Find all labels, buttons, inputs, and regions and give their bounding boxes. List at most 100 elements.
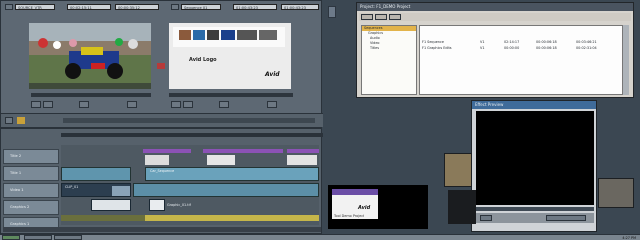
folder-tree: Sequences Graphics Audio Video Titles	[361, 25, 417, 95]
desktop-icon[interactable]	[328, 6, 336, 18]
project-window: Project: F1_DEMO Project Sequences Graph…	[356, 2, 634, 98]
graphics2-clip-b[interactable]	[149, 199, 165, 211]
record-timecode-2[interactable]: 01:00:43:23	[281, 4, 319, 10]
bin-row-2-c2: 00:00:00	[504, 46, 520, 50]
rec-mark-in-button[interactable]	[171, 101, 181, 108]
source-monitor-viewer[interactable]	[29, 23, 151, 89]
source-clip-name[interactable]: SOURCE_VTR	[15, 4, 55, 10]
floating-frame-dark[interactable]	[448, 190, 476, 224]
track-header-title2[interactable]: Title 2	[3, 149, 59, 164]
record-sequence-name[interactable]: Sequence 01	[181, 4, 221, 10]
rec-play-button[interactable]	[219, 101, 229, 108]
timeline-window: Title 2 Title 1 Video 1 Graphics 2 Graph…	[0, 128, 323, 234]
timeline-playhead-icon[interactable]	[17, 117, 25, 124]
bin-row-2-c3: 00:00:06:18	[536, 46, 557, 50]
video-clip-b[interactable]: Car_Sequence	[145, 167, 319, 181]
taskbar-clock: 4:27 PM	[622, 236, 636, 240]
bin-row-2-c1: V1	[480, 46, 485, 50]
clip-thumb-2[interactable]	[207, 155, 235, 165]
logo-strip	[173, 27, 285, 47]
effect-preview-slider[interactable]	[476, 207, 594, 211]
splice-button[interactable]	[127, 101, 137, 108]
effect-preview-window: Effect Preview	[471, 100, 597, 232]
bin-row-1-c2: 02:14:17	[504, 40, 520, 44]
graphics2-clip[interactable]	[91, 199, 131, 211]
rec-mark-out-button[interactable]	[183, 101, 193, 108]
timeline-top-strip	[61, 133, 323, 137]
bin-scrollbar[interactable]	[623, 25, 629, 95]
play-button[interactable]	[79, 101, 89, 108]
card-avid-logo: Avid	[265, 71, 280, 78]
taskbar: 4:27 PM	[0, 234, 640, 240]
project-settings-tab[interactable]	[375, 14, 387, 20]
output-card-caption: Tool Demo Project	[334, 214, 365, 218]
title-clip-1[interactable]	[143, 149, 191, 153]
bin-row-1-c3: 00:00:06:18	[536, 40, 557, 44]
composer-window: SOURCE_VTR 00:02:15:11 00:00:35:12 Seque…	[0, 0, 323, 128]
mark-in-button[interactable]	[31, 101, 41, 108]
source-menu-button[interactable]	[5, 4, 13, 10]
mark-out-button[interactable]	[43, 101, 53, 108]
output-frame[interactable]: Avid Tool Demo Project	[328, 185, 428, 229]
card-banner	[332, 189, 378, 195]
record-timecode[interactable]: 01:00:43:23	[233, 4, 277, 10]
source-scrub-bar[interactable]	[31, 93, 151, 97]
track-header-title1[interactable]: Title 1	[3, 166, 59, 181]
bin-row-1[interactable]: F1 Sequence V1 02:14:17 00:00:06:18 00:0…	[422, 40, 622, 45]
bin-row-1-name: F1 Sequence	[422, 40, 444, 44]
title-clip-2[interactable]	[203, 149, 283, 153]
source-tool-row	[31, 101, 151, 109]
source-timecode-out[interactable]: 00:00:35:12	[115, 4, 159, 10]
clip-thumb-3[interactable]	[287, 155, 317, 165]
record-menu-button[interactable]	[171, 4, 179, 10]
folder-titles[interactable]: Titles	[362, 46, 416, 51]
graphic-clip-b[interactable]	[133, 183, 319, 197]
timeline-scrollbar[interactable]	[3, 227, 321, 232]
graphics2-label: Graphic_01.tif	[167, 203, 191, 207]
rec-lift-button[interactable]	[267, 101, 277, 108]
effect-loop-button[interactable]	[546, 215, 586, 221]
project-bins-tab[interactable]	[361, 14, 373, 20]
project-toolbar	[359, 13, 631, 21]
bin-row-1-c1: V1	[480, 40, 485, 44]
bin-row-2[interactable]: F1 Graphics Edits V1 00:00:00 00:00:06:1…	[422, 46, 622, 51]
start-button[interactable]	[2, 235, 20, 240]
record-tool-row	[171, 101, 291, 109]
track-area[interactable]: Car_Sequence CLIP_01 Graphic_01.tif	[61, 145, 319, 225]
project-info-tab[interactable]	[389, 14, 401, 20]
floating-frame-track[interactable]	[444, 153, 472, 187]
clip-label-01: CLIP_01	[65, 185, 79, 189]
track-headers: Title 2 Title 1 Video 1 Graphics 2 Graph…	[3, 149, 59, 232]
timeline-ruler[interactable]	[63, 118, 315, 123]
effect-preview-viewer[interactable]	[476, 111, 594, 205]
clip-thumb-4	[112, 186, 130, 196]
card-title: Avid Logo	[189, 57, 217, 63]
project-title: Project: F1_DEMO Project	[357, 3, 633, 11]
track-header-graphics2[interactable]: Graphics 2	[3, 200, 59, 215]
record-scrub-bar[interactable]	[169, 93, 293, 97]
audio-bar[interactable]	[145, 215, 319, 221]
output-card: Avid Tool Demo Project	[332, 189, 378, 219]
bin-row-2-name: F1 Graphics Edits	[422, 46, 452, 50]
floating-frame-right[interactable]	[598, 178, 634, 208]
sync-lock-icon[interactable]	[157, 63, 165, 69]
bin-list: F1 Sequence V1 02:14:17 00:00:06:18 00:0…	[419, 25, 623, 95]
clip-thumb-1[interactable]	[145, 155, 169, 165]
video-clip-a[interactable]	[61, 167, 131, 181]
taskbar-item-2[interactable]	[54, 235, 82, 240]
source-timecode-in[interactable]: 00:02:15:11	[67, 4, 111, 10]
track-header-video1[interactable]: Video 1	[3, 183, 59, 198]
clip-label-car: Car_Sequence	[150, 169, 175, 173]
effect-preview-title: Effect Preview	[472, 101, 596, 109]
effect-play-button[interactable]	[480, 215, 492, 221]
bin-row-1-c4: 00:03:46:21	[576, 40, 597, 44]
record-monitor-viewer[interactable]: Avid Logo Avid	[169, 23, 291, 89]
graphic-clip-a[interactable]: CLIP_01	[61, 183, 131, 197]
taskbar-item-1[interactable]	[24, 235, 52, 240]
title-clip-3[interactable]	[287, 149, 319, 153]
effect-preview-controls	[476, 213, 594, 223]
bin-row-2-c4: 00:02:31:04	[576, 46, 597, 50]
timeline-menu-button[interactable]	[5, 117, 13, 124]
audio-bar-dark[interactable]	[61, 215, 145, 221]
output-card-logo: Avid	[358, 205, 371, 211]
